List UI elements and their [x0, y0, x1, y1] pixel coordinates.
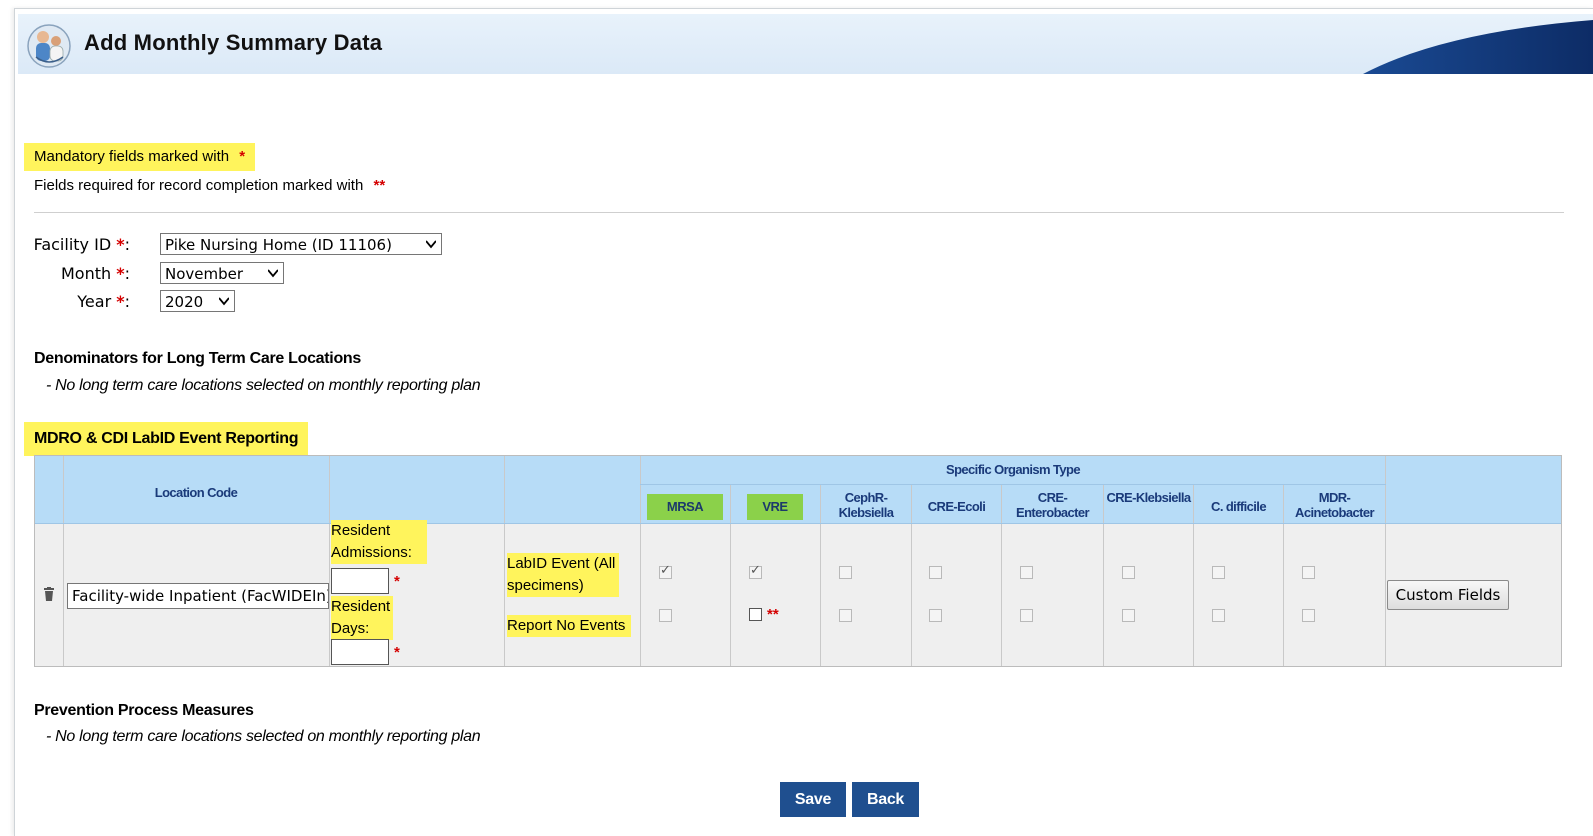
- year-label: Year *:: [30, 292, 130, 311]
- resident-admissions-label: Resident Admissions:: [331, 520, 427, 564]
- denominators-note: - No long term care locations selected o…: [46, 377, 481, 394]
- required-asterisk: *: [116, 292, 125, 311]
- mdro-section-heading: MDRO & CDI LabID Event Reporting: [24, 422, 309, 456]
- divider: [34, 212, 1564, 213]
- organism-header-mrsa: MRSA: [647, 494, 723, 520]
- no-events-mdr-acinetobacter-checkbox[interactable]: [1302, 609, 1315, 622]
- no-events-c-difficile-checkbox[interactable]: [1212, 609, 1225, 622]
- month-label: Month *:: [30, 264, 130, 283]
- mandatory-note-text: Mandatory fields marked with: [34, 148, 230, 165]
- labid-cephr-klebsiella-checkbox[interactable]: [839, 566, 852, 579]
- organism-header-cre-klebsiella: CRE-Klebsiella: [1106, 490, 1191, 505]
- no-events-cre-enterobacter-checkbox[interactable]: [1020, 609, 1033, 622]
- labid-vre-checkbox[interactable]: [749, 563, 762, 579]
- completion-note-text: Fields required for record completion ma…: [34, 177, 364, 194]
- month-label-text: Month: [60, 264, 112, 283]
- organism-header-cre-ecoli: CRE-Ecoli: [927, 499, 986, 514]
- resident-days-label: Resident Days:: [331, 596, 393, 640]
- no-events-cre-ecoli-checkbox[interactable]: [929, 609, 942, 622]
- label-colon: :: [124, 292, 130, 311]
- year-label-text: Year: [77, 292, 112, 311]
- report-no-events-label: Report No Events: [507, 615, 631, 637]
- labid-cre-enterobacter-checkbox[interactable]: [1020, 566, 1033, 579]
- no-events-mrsa-checkbox[interactable]: [659, 609, 672, 622]
- header-row-divider: [640, 484, 1386, 485]
- completion-fields-note: Fields required for record completion ma…: [34, 176, 385, 196]
- custom-fields-button[interactable]: Custom Fields: [1387, 580, 1509, 610]
- completion-asterisks: **: [767, 606, 779, 623]
- chevron-down-icon: [268, 269, 278, 278]
- month-value: November: [165, 265, 244, 283]
- organism-header-mdr-acinetobacter: MDR-Acinetobacter: [1295, 490, 1374, 520]
- organism-header-cephr-klebsiella: CephR-Klebsiella: [838, 490, 894, 520]
- required-asterisk: *: [394, 573, 400, 590]
- column-divider: [504, 456, 505, 666]
- back-button[interactable]: Back: [852, 782, 919, 817]
- chevron-down-icon: [219, 297, 229, 306]
- no-events-cre-klebsiella-checkbox[interactable]: [1122, 609, 1135, 622]
- no-events-vre-checkbox[interactable]: [749, 608, 762, 621]
- facility-id-select[interactable]: Pike Nursing Home (ID 11106): [160, 233, 442, 255]
- organism-header-cre-enterobacter: CRE-Enterobacter: [1016, 490, 1090, 520]
- column-divider: [1103, 484, 1104, 666]
- nhsn-logo-icon: [27, 24, 71, 68]
- label-colon: :: [124, 235, 130, 254]
- chevron-down-icon: [426, 240, 436, 249]
- header-swoosh-decoration: [1363, 20, 1593, 74]
- no-events-cephr-klebsiella-checkbox[interactable]: [839, 609, 852, 622]
- column-divider: [1385, 456, 1386, 666]
- facility-id-value: Pike Nursing Home (ID 11106): [165, 236, 392, 254]
- required-asterisk: *: [239, 148, 246, 165]
- location-code-select[interactable]: Facility-wide Inpatient (FacWIDEIn): [67, 583, 329, 609]
- page-title: Add Monthly Summary Data: [84, 30, 383, 55]
- specific-organism-type-header: Specific Organism Type: [946, 462, 1081, 477]
- labid-mrsa-checkbox[interactable]: [659, 563, 672, 579]
- required-asterisk: *: [116, 235, 125, 254]
- labid-cre-ecoli-checkbox[interactable]: [929, 566, 942, 579]
- page-header: Add Monthly Summary Data: [18, 14, 1593, 74]
- mdro-table: Location Code Specific Organism Type MRS…: [34, 455, 1562, 667]
- column-divider: [329, 456, 330, 666]
- required-asterisk: *: [394, 644, 400, 661]
- year-value: 2020: [165, 293, 204, 311]
- denominators-heading: Denominators for Long Term Care Location…: [34, 350, 361, 367]
- required-asterisk: *: [116, 264, 125, 283]
- month-select[interactable]: November: [160, 262, 284, 284]
- column-divider: [730, 484, 731, 666]
- prevention-heading: Prevention Process Measures: [34, 702, 254, 719]
- column-divider: [640, 456, 641, 666]
- facility-label-text: Facility ID: [33, 235, 112, 254]
- mandatory-fields-note: Mandatory fields marked with *: [24, 143, 256, 171]
- organism-header-vre: VRE: [747, 494, 803, 520]
- organism-header-c-difficile: C. difficile: [1211, 499, 1267, 514]
- resident-admissions-input[interactable]: [331, 568, 389, 594]
- facility-id-label: Facility ID *:: [30, 235, 130, 254]
- resident-days-input[interactable]: [331, 639, 389, 665]
- trash-icon[interactable]: [43, 587, 55, 601]
- completion-asterisks: **: [373, 177, 386, 194]
- header-bottom-border: [35, 523, 1561, 524]
- save-button[interactable]: Save: [780, 782, 846, 817]
- labid-cre-klebsiella-checkbox[interactable]: [1122, 566, 1135, 579]
- labid-mdr-acinetobacter-checkbox[interactable]: [1302, 566, 1315, 579]
- location-code-header: Location Code: [154, 485, 238, 500]
- labid-c-difficile-checkbox[interactable]: [1212, 566, 1225, 579]
- label-colon: :: [124, 264, 130, 283]
- prevention-note: - No long term care locations selected o…: [46, 728, 481, 745]
- year-select[interactable]: 2020: [160, 290, 235, 312]
- labid-event-label: LabID Event (All specimens): [507, 553, 619, 597]
